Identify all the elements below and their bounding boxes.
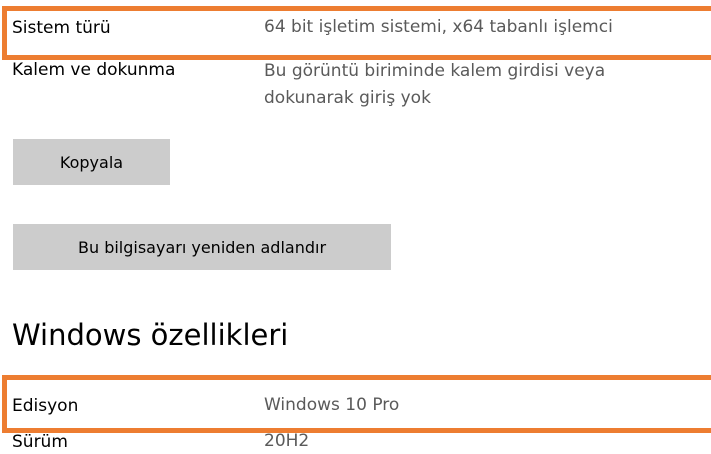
pen-touch-value-line2: dokunarak giriş yok xyxy=(264,88,431,108)
system-type-label: Sistem türü xyxy=(12,18,111,38)
pen-touch-value-line1: Bu görüntü biriminde kalem girdisi veya xyxy=(264,61,606,81)
pen-touch-label: Kalem ve dokunma xyxy=(12,60,176,80)
version-label: Sürüm xyxy=(12,432,68,452)
system-type-value: 64 bit işletim sistemi, x64 tabanlı işle… xyxy=(264,17,613,37)
edition-value: Windows 10 Pro xyxy=(264,395,400,415)
version-value: 20H2 xyxy=(264,431,310,451)
edition-label: Edisyon xyxy=(12,396,79,416)
copy-button[interactable]: Kopyala xyxy=(13,139,170,185)
rename-pc-button[interactable]: Bu bilgisayarı yeniden adlandır xyxy=(13,224,391,270)
windows-specs-title: Windows özellikleri xyxy=(12,318,289,352)
